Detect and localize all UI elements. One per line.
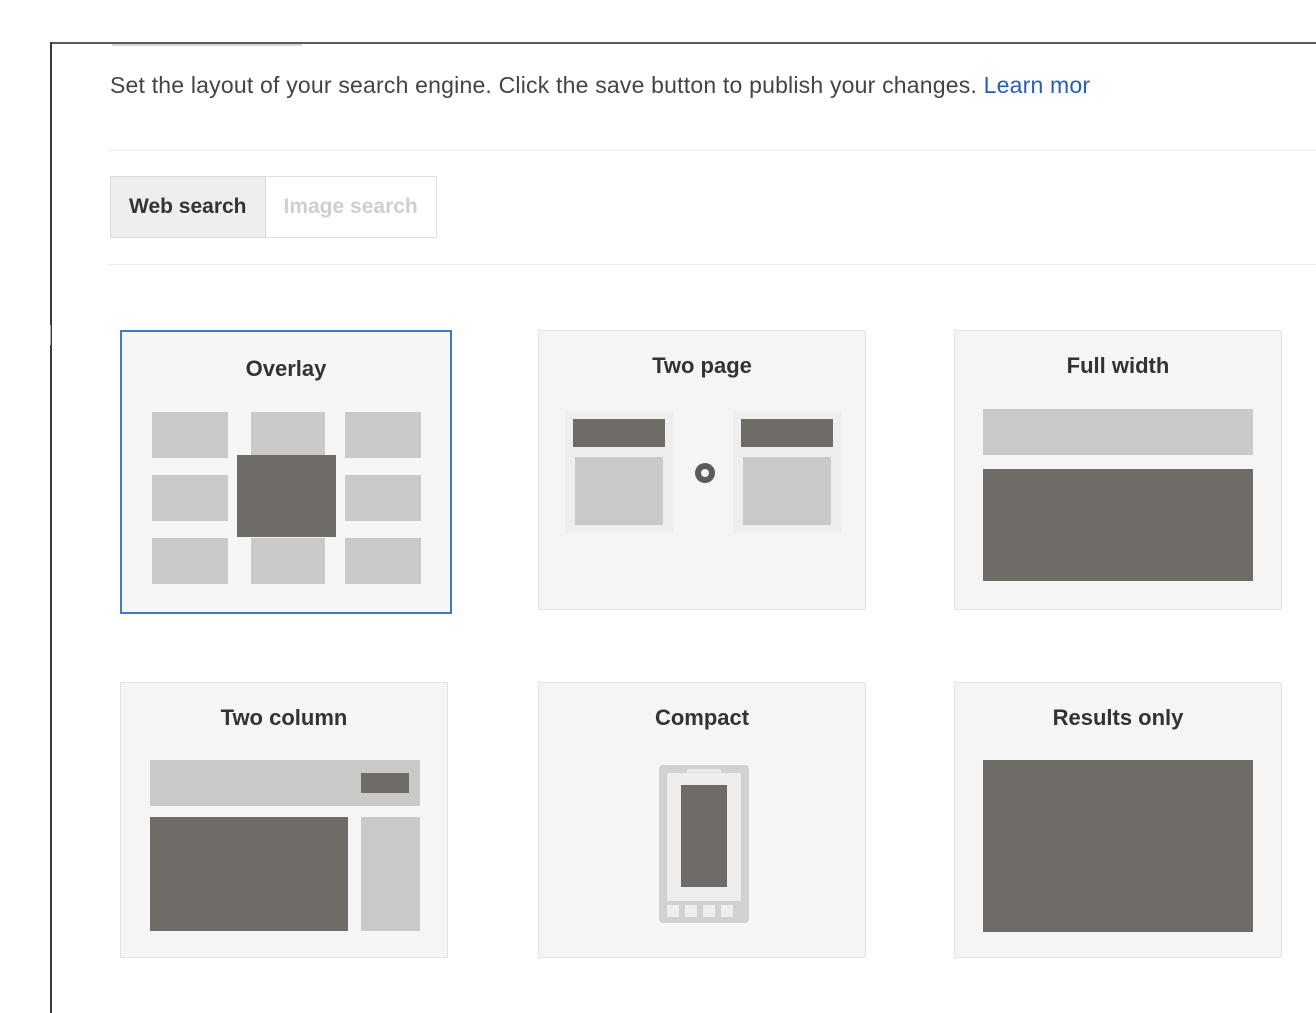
- layout-card-full-width[interactable]: Full width: [954, 330, 1282, 610]
- divider-bottom: [108, 264, 1316, 265]
- layout-title-compact: Compact: [654, 705, 750, 730]
- description-text: Set the layout of your search engine. Cl…: [110, 72, 978, 98]
- layout-description: Set the layout of your search engine. Cl…: [110, 72, 1090, 99]
- layout-card-overlay[interactable]: Overlay: [120, 330, 452, 614]
- layout-title-two-column: Two column: [220, 705, 348, 730]
- left-edge-marker: [44, 325, 51, 345]
- layout-title-overlay: Overlay: [245, 356, 327, 381]
- layout-title-results-only: Results only: [1052, 705, 1184, 730]
- layout-card-compact[interactable]: Compact: [538, 682, 866, 958]
- layout-title-two-page: Two page: [652, 353, 752, 378]
- tab-web-search[interactable]: Web search: [110, 176, 266, 238]
- layout-card-two-page[interactable]: Two page: [538, 330, 866, 610]
- learn-more-link[interactable]: Learn mor: [984, 72, 1091, 98]
- window-top-highlight: [112, 44, 302, 46]
- layout-title-full-width: Full width: [1066, 353, 1170, 378]
- layout-card-two-column[interactable]: Two column: [120, 682, 448, 958]
- divider-top: [108, 150, 1316, 151]
- layout-card-results-only[interactable]: Results only: [954, 682, 1282, 958]
- window-left-border: [50, 42, 52, 1013]
- tab-image-search[interactable]: Image search: [265, 176, 437, 238]
- search-type-tabs: Web search Image search: [110, 176, 437, 238]
